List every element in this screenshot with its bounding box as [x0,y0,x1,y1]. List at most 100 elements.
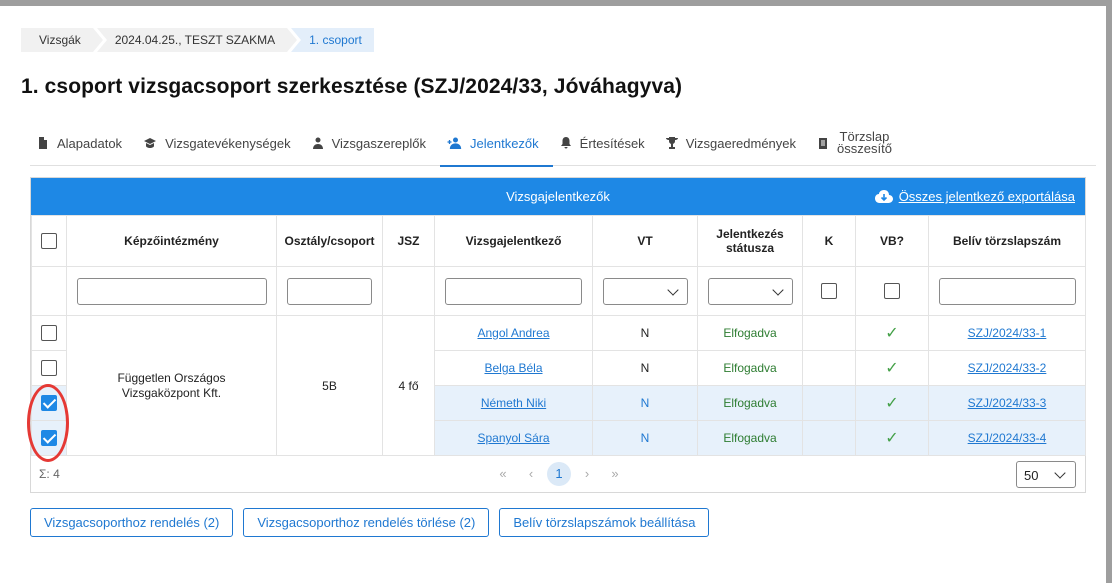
beliv-filter-input[interactable] [938,277,1076,305]
institution-name: Független Országos Vizsgaközpont Kft. [117,370,226,400]
beliv-cell: SZJ/2024/33-2 [928,350,1086,386]
first-page-button[interactable]: « [491,462,515,486]
tab-jelentkezok[interactable]: Jelentkezők [440,120,553,167]
status-cell: Elfogadva [697,315,803,351]
trophy-icon [665,137,678,149]
status-filter-select[interactable] [707,277,793,305]
checkmark-icon: ✓ [885,430,899,447]
applicant-filter-input[interactable] [445,277,582,305]
k-cell [802,420,856,456]
tab-label: Értesítések [579,135,645,151]
tab-alapadatok[interactable]: Alapadatok [30,120,136,166]
applicant-cell: Angol Andrea [434,315,593,351]
panel-header: Vizsgajelentkezők Összes jelentkező expo… [31,178,1085,215]
vt-cell: N [592,420,698,456]
k-filter-checkbox[interactable] [821,283,837,299]
remove-from-group-button[interactable]: Vizsgacsoporthoz rendelés törlése (2) [243,508,490,537]
beliv-link[interactable]: SZJ/2024/33-2 [968,361,1047,375]
vb-cell: ✓ [855,385,929,421]
beliv-cell: SZJ/2024/33-3 [928,385,1086,421]
breadcrumb-item-exam[interactable]: 2024.04.25., TESZT SZAKMA [96,28,298,52]
assign-to-group-button[interactable]: Vizsgacsoporthoz rendelés (2) [30,508,234,537]
select-all-cell [31,215,67,267]
col-header[interactable]: VB? [855,215,929,267]
tab-vizsgaszereplok[interactable]: Vizsgaszereplők [305,120,440,166]
vb-cell: ✓ [855,420,929,456]
tab-torzslap-osszesito[interactable]: Törzslap összesítő [810,120,906,166]
col-header[interactable]: Vizsgajelentkező [434,215,593,267]
applicant-link[interactable]: Angol Andrea [477,326,549,340]
window-right-border [1106,0,1112,583]
beliv-cell: SZJ/2024/33-1 [928,315,1086,351]
jsz-cell: 4 fő [382,315,435,456]
vt-filter-select[interactable] [602,277,688,305]
graduation-cap-icon [144,138,157,148]
last-page-button[interactable]: » [603,462,627,486]
page-title: 1. csoport vizsgacsoport szerkesztése (S… [21,75,683,98]
tab-label: Jelentkezők [470,135,539,151]
export-label: Összes jelentkező exportálása [898,189,1075,204]
applicants-panel: Vizsgajelentkezők Összes jelentkező expo… [30,177,1086,493]
col-header[interactable]: K [802,215,856,267]
table-row: Független Országos Vizsgaközpont Kft. 5B… [31,315,1086,456]
tab-bar: Alapadatok Vizsgatevékenységek Vizsgasze… [30,120,1096,167]
k-cell [802,385,856,421]
beliv-link[interactable]: SZJ/2024/33-3 [968,396,1047,410]
tab-label: Alapadatok [57,135,123,151]
filter-cell [592,266,698,316]
vb-cell: ✓ [855,315,929,351]
row-count: Σ: 4 [39,467,60,481]
bell-icon [560,137,571,149]
pagination: « ‹ 1 › » [491,462,627,486]
export-all-link[interactable]: Összes jelentkező exportálása [874,178,1075,215]
col-header[interactable]: Képzőintézmény [66,215,277,267]
page-button-1[interactable]: 1 [547,462,571,486]
beliv-link[interactable]: SZJ/2024/33-1 [968,326,1047,340]
filter-cell [697,266,803,316]
tab-label-two-line: Törzslap összesítő [837,130,892,156]
tab-vizsgaeredmenyek[interactable]: Vizsgaeredmények [659,120,810,166]
class-cell: 5B [276,315,383,456]
col-header[interactable]: JSZ [382,215,435,267]
row-checkbox[interactable] [41,430,57,446]
tab-label-line2: összesítő [837,141,892,156]
institution-filter-input[interactable] [76,277,267,305]
row-select-cell [31,350,67,386]
filter-cell [434,266,593,316]
tab-ertesitesek[interactable]: Értesítések [553,120,659,166]
status-cell: Elfogadva [697,350,803,386]
col-header-label: Jelentkezés státusza [716,227,784,255]
tab-label: Vizsgaszereplők [331,135,426,151]
window-top-border [0,0,1112,6]
prev-page-button[interactable]: ‹ [519,462,543,486]
select-all-checkbox[interactable] [41,233,57,249]
tab-vizsgatevekenysegek[interactable]: Vizsgatevékenységek [136,120,305,166]
col-header[interactable]: Jelentkezés státusza [697,215,803,267]
col-header[interactable]: Belív törzslapszám [928,215,1086,267]
set-beliv-numbers-button[interactable]: Belív törzslapszámok beállítása [499,508,710,537]
col-header[interactable]: VT [592,215,698,267]
row-checkbox[interactable] [41,360,57,376]
page-size-select[interactable]: 50 [1016,461,1076,488]
col-header[interactable]: Osztály/csoport [276,215,383,267]
k-cell [802,315,856,351]
filter-cell [802,266,856,316]
applicant-link[interactable]: Spanyol Sára [477,431,549,445]
vb-filter-checkbox[interactable] [884,283,900,299]
row-checkbox[interactable] [41,395,57,411]
action-buttons: Vizsgacsoporthoz rendelés (2) Vizsgacsop… [30,508,710,537]
row-checkbox[interactable] [41,325,57,341]
next-page-button[interactable]: › [575,462,599,486]
vt-value: N [640,396,650,410]
row-select-cell [31,385,67,421]
breadcrumb-item-exams[interactable]: Vizsgák [21,28,103,52]
breadcrumb-item-group: 1. csoport [291,28,374,52]
applicant-link[interactable]: Németh Niki [481,396,546,410]
person-add-icon [447,137,462,149]
vt-cell: N [592,315,698,351]
checkmark-icon: ✓ [885,395,899,412]
class-filter-input[interactable] [287,277,372,305]
beliv-link[interactable]: SZJ/2024/33-4 [968,431,1047,445]
status-cell: Elfogadva [697,385,803,421]
applicant-link[interactable]: Belga Béla [484,361,542,375]
